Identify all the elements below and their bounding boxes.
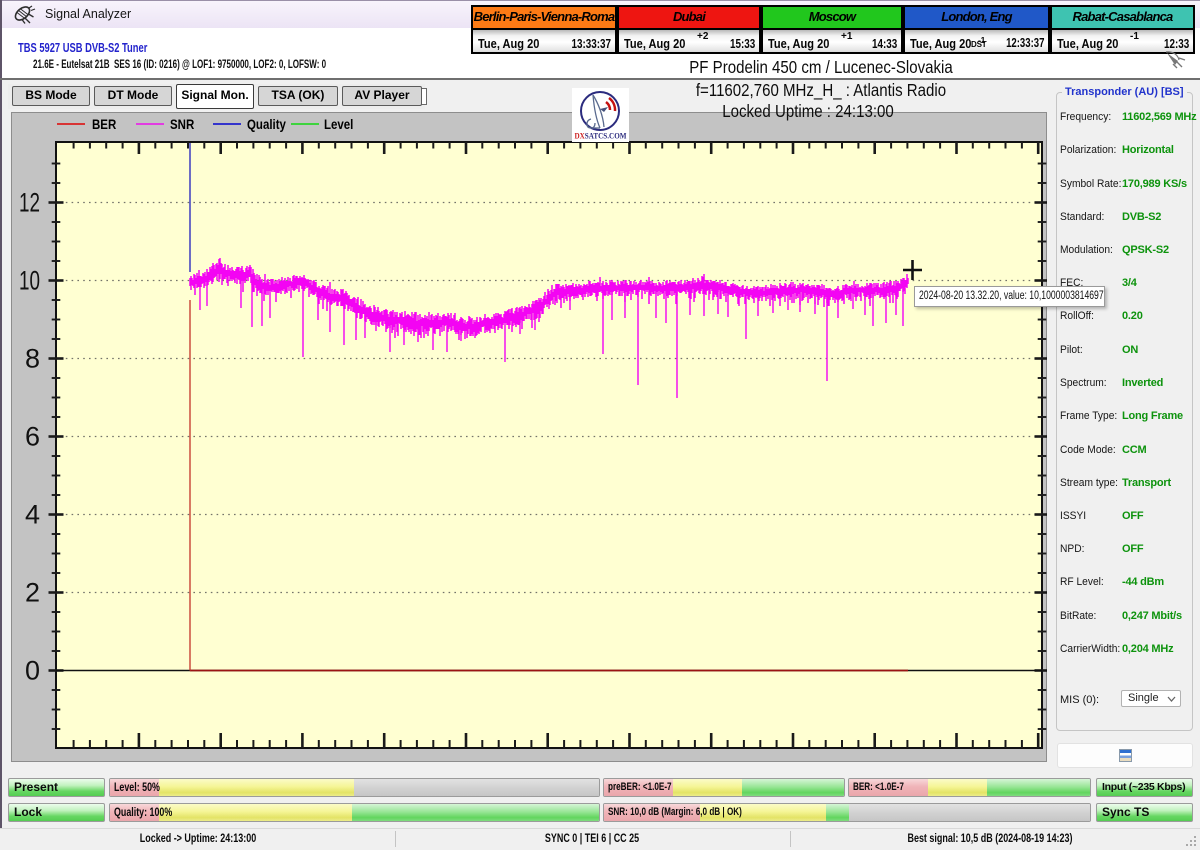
svg-text:10: 10 — [19, 266, 40, 296]
svg-text:2: 2 — [25, 578, 40, 608]
svg-text:0: 0 — [25, 656, 40, 686]
svg-text:4: 4 — [25, 500, 40, 530]
svg-text:12: 12 — [19, 188, 40, 218]
svg-text:6: 6 — [25, 422, 40, 452]
svg-text:DXSATCS.COM: DXSATCS.COM — [575, 132, 627, 141]
svg-text:8: 8 — [25, 344, 40, 374]
